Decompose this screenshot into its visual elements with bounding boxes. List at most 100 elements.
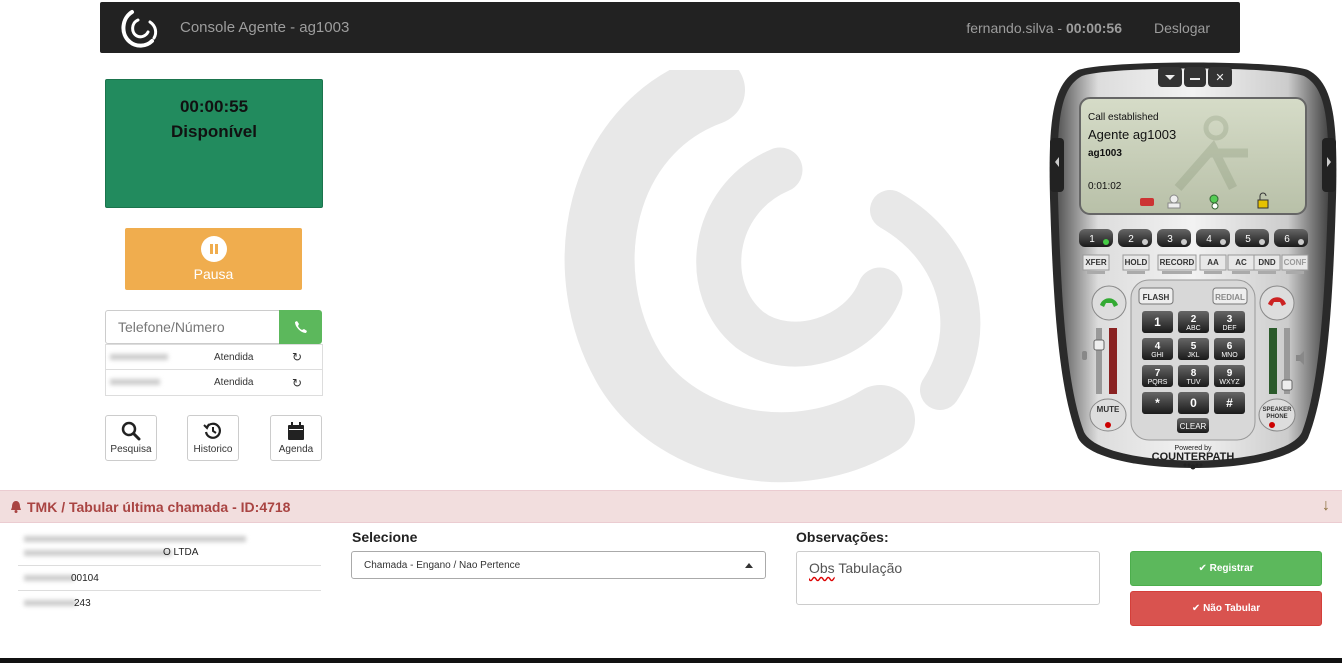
tabulation-select[interactable]: Chamada - Engano / Nao Pertence bbox=[351, 551, 766, 579]
number-suffix: 243 bbox=[74, 598, 91, 609]
redacted-number bbox=[110, 354, 168, 360]
svg-text:SPEAKER: SPEAKER bbox=[1262, 407, 1292, 413]
answer-button[interactable] bbox=[1091, 285, 1127, 321]
svg-text:CONF: CONF bbox=[1284, 258, 1307, 267]
redial-icon[interactable]: ↻ bbox=[292, 376, 302, 390]
register-label: Registrar bbox=[1209, 563, 1254, 574]
svg-text:RECORD: RECORD bbox=[1160, 258, 1195, 267]
svg-text:1: 1 bbox=[1089, 234, 1095, 245]
collapse-arrow-icon[interactable]: ↓ bbox=[1322, 497, 1330, 515]
user-session-info: fernando.silva - 00:00:56 bbox=[966, 20, 1122, 36]
microphone-icon bbox=[1082, 351, 1087, 360]
line-button-6[interactable]: 6 bbox=[1274, 229, 1308, 247]
key-2[interactable]: 2ABC bbox=[1178, 311, 1209, 333]
history-icon bbox=[203, 422, 221, 439]
svg-text:8: 8 bbox=[1191, 368, 1197, 379]
redacted-text bbox=[24, 575, 74, 581]
code-suffix: 00104 bbox=[71, 573, 99, 584]
redacted-text bbox=[24, 536, 246, 542]
redacted-text bbox=[24, 550, 172, 556]
svg-text:PHONE: PHONE bbox=[1266, 414, 1287, 420]
key-1[interactable]: 1 bbox=[1142, 311, 1173, 333]
svg-text:7: 7 bbox=[1155, 368, 1161, 379]
tabulation-header[interactable]: TMK / Tabular última chamada - ID:4718 ↓ bbox=[0, 491, 1342, 523]
svg-text:PQRS: PQRS bbox=[1148, 379, 1168, 386]
observations-textarea[interactable]: Obs Tabulação bbox=[796, 551, 1100, 605]
redial-button[interactable]: REDIAL bbox=[1212, 287, 1248, 305]
speakerphone-button[interactable]: SPEAKERPHONE bbox=[1258, 398, 1296, 432]
calendar-icon bbox=[288, 422, 304, 440]
recent-call-item[interactable]: Atendida ↻ bbox=[106, 370, 322, 395]
softphone-caller-id: ag1003 bbox=[1088, 148, 1122, 159]
check-icon: ✔ bbox=[1198, 563, 1210, 574]
svg-text:#: # bbox=[1226, 396, 1233, 410]
no-tabulate-button[interactable]: ✔ Não Tabular bbox=[1130, 591, 1322, 626]
redial-icon[interactable]: ↻ bbox=[292, 350, 302, 364]
top-navbar: Console Agente - ag1003 fernando.silva -… bbox=[100, 2, 1240, 53]
key-7[interactable]: 7PQRS bbox=[1142, 365, 1173, 387]
agenda-button[interactable]: Agenda bbox=[270, 415, 322, 461]
svg-text:JKL: JKL bbox=[1187, 352, 1199, 359]
window-controls[interactable]: ✕ bbox=[1158, 67, 1232, 87]
register-button[interactable]: ✔ Registrar bbox=[1130, 551, 1322, 586]
redacted-text bbox=[24, 600, 76, 606]
logout-link[interactable]: Deslogar bbox=[1154, 20, 1210, 36]
key-star[interactable]: * bbox=[1142, 392, 1173, 414]
svg-text:1: 1 bbox=[1154, 315, 1161, 329]
svg-text:AA: AA bbox=[1207, 258, 1219, 267]
search-button[interactable]: Pesquisa bbox=[105, 415, 157, 461]
mute-button[interactable]: MUTE bbox=[1089, 398, 1127, 432]
key-6[interactable]: 6MNO bbox=[1214, 338, 1245, 360]
svg-text:6: 6 bbox=[1284, 234, 1290, 245]
svg-text:0: 0 bbox=[1190, 396, 1197, 410]
phone-number-input[interactable] bbox=[105, 310, 279, 344]
softphone: ✕ Call established Agente ag1003 ag1003 … bbox=[1049, 62, 1337, 470]
func-key-record[interactable]: RECORD bbox=[1157, 254, 1197, 274]
line-button-3[interactable]: 3 bbox=[1157, 229, 1191, 247]
key-5[interactable]: 5JKL bbox=[1178, 338, 1209, 360]
key-3[interactable]: 3DEF bbox=[1214, 311, 1245, 333]
hangup-button[interactable] bbox=[1259, 285, 1295, 321]
svg-text:HOLD: HOLD bbox=[1125, 258, 1148, 267]
pause-icon bbox=[200, 236, 227, 262]
session-timer: 00:00:56 bbox=[1065, 19, 1122, 36]
dial-button[interactable] bbox=[279, 310, 322, 344]
background-logo-watermark bbox=[564, 70, 981, 483]
no-tabulate-label: Não Tabular bbox=[1203, 603, 1261, 614]
clear-button[interactable]: CLEAR bbox=[1177, 418, 1209, 433]
svg-text:CLEAR: CLEAR bbox=[1180, 422, 1207, 431]
brand-logo[interactable] bbox=[118, 6, 162, 50]
key-8[interactable]: 8TUV bbox=[1178, 365, 1209, 387]
key-4[interactable]: 4GHI bbox=[1142, 338, 1173, 360]
history-button[interactable]: Historico bbox=[187, 415, 239, 461]
svg-text:4: 4 bbox=[1155, 341, 1161, 352]
line-button-2[interactable]: 2 bbox=[1118, 229, 1152, 247]
key-9[interactable]: 9WXYZ bbox=[1214, 365, 1245, 387]
svg-text:XFER: XFER bbox=[1085, 258, 1107, 267]
search-label: Pesquisa bbox=[110, 444, 152, 455]
tabulation-title: TMK / Tabular última chamada - ID:4718 bbox=[27, 498, 291, 515]
softphone-duration: 0:01:02 bbox=[1088, 181, 1122, 192]
key-hash[interactable]: # bbox=[1214, 392, 1245, 414]
select-value: Chamada - Engano / Nao Pertence bbox=[364, 560, 521, 571]
svg-text:9: 9 bbox=[1227, 368, 1233, 379]
flash-button[interactable]: FLASH bbox=[1138, 287, 1174, 305]
svg-text:5: 5 bbox=[1191, 341, 1197, 352]
search-icon bbox=[121, 421, 141, 441]
svg-text:5: 5 bbox=[1245, 234, 1251, 245]
observations-label: Observações: bbox=[796, 529, 889, 545]
key-0[interactable]: 0 bbox=[1178, 392, 1209, 414]
agenda-label: Agenda bbox=[278, 444, 314, 455]
call-status: Atendida bbox=[214, 351, 254, 363]
svg-text:2: 2 bbox=[1128, 234, 1134, 245]
line-button-5[interactable]: 5 bbox=[1235, 229, 1269, 247]
check-icon: ✔ bbox=[1191, 603, 1204, 614]
counterpath-brand: COUNTERPATH bbox=[1152, 451, 1235, 463]
pause-button[interactable]: Pausa bbox=[125, 228, 302, 290]
svg-text:FLASH: FLASH bbox=[1143, 293, 1170, 302]
line-button-4[interactable]: 4 bbox=[1196, 229, 1230, 247]
line-button-1[interactable]: 1 bbox=[1079, 229, 1113, 247]
caret-up-icon bbox=[745, 563, 753, 568]
recent-call-item[interactable]: Atendida ↻ bbox=[106, 345, 322, 370]
svg-text:DEF: DEF bbox=[1223, 325, 1237, 332]
